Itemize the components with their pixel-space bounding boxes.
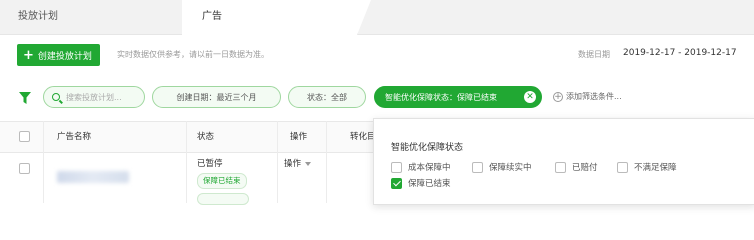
date-range[interactable]: 2019-12-17 - 2019-12-17 bbox=[623, 48, 737, 58]
option-guarantee-continuing[interactable]: 保障续实中 bbox=[472, 161, 532, 173]
close-icon[interactable]: ✕ bbox=[524, 91, 536, 103]
checkbox[interactable] bbox=[617, 161, 628, 173]
dropdown-title: 智能优化保障状态 bbox=[391, 143, 464, 153]
option-cost-guarantee[interactable]: 成本保障中 bbox=[391, 161, 451, 173]
header-operation: 操作 bbox=[290, 132, 308, 142]
create-plan-label: 创建投放计划 bbox=[37, 51, 92, 62]
select-all-checkbox[interactable] bbox=[19, 131, 30, 142]
search-icon bbox=[52, 93, 60, 101]
filter-pill-status[interactable]: 状态：全部 bbox=[288, 86, 366, 108]
checkbox[interactable] bbox=[472, 161, 483, 173]
option-label: 不满足保障 bbox=[634, 163, 677, 173]
filter-pill-date-label: 创建日期：最近三个月 bbox=[176, 92, 257, 102]
add-filter-label: 添加筛选条件... bbox=[566, 92, 622, 101]
option-label: 保障续实中 bbox=[489, 163, 532, 173]
status-badge: 保障已结束 bbox=[197, 173, 247, 189]
ad-name-redacted[interactable] bbox=[57, 171, 129, 183]
date-label: 数据日期 bbox=[578, 50, 610, 59]
row-operation-label: 操作 bbox=[284, 159, 302, 169]
filter-icon[interactable] bbox=[19, 92, 31, 104]
row-checkbox[interactable] bbox=[19, 163, 30, 174]
header-conversion[interactable]: 转化目 bbox=[350, 122, 376, 152]
search-placeholder: 搜索投放计划... bbox=[66, 92, 122, 102]
add-filter-button[interactable]: + 添加筛选条件... bbox=[553, 91, 622, 102]
checkbox-checked[interactable] bbox=[391, 177, 402, 189]
header-status[interactable]: 状态 bbox=[197, 122, 214, 152]
chevron-down-icon bbox=[305, 161, 312, 166]
filter-pill-guarantee-label: 智能优化保障状态：保障已结束 bbox=[385, 92, 497, 102]
toolbar: + 创建投放计划 实时数据仅供参考，请以前一日数据为准。 数据日期 2019-1… bbox=[0, 35, 754, 75]
option-compensated[interactable]: 已赔付 bbox=[555, 161, 598, 173]
guarantee-status-dropdown: 智能优化保障状态 成本保障中 保障续实中 已赔付 不满足保障 保障已结束 bbox=[373, 118, 754, 205]
option-not-qualified[interactable]: 不满足保障 bbox=[617, 161, 677, 173]
plus-icon: + bbox=[23, 47, 34, 63]
option-guarantee-ended[interactable]: 保障已结束 bbox=[391, 177, 451, 189]
option-label: 保障已结束 bbox=[408, 179, 451, 189]
filter-bar: 搜索投放计划... 创建日期：最近三个月 状态：全部 智能优化保障状态：保障已结… bbox=[0, 86, 754, 110]
header-ad-name[interactable]: 广告名称 bbox=[57, 122, 91, 152]
checkbox[interactable] bbox=[555, 161, 566, 173]
search-input[interactable]: 搜索投放计划... bbox=[43, 86, 145, 108]
tab-ads[interactable]: 广告 bbox=[182, 0, 371, 35]
tab-bar: 投放计划 广告 bbox=[0, 0, 754, 35]
filter-pill-guarantee[interactable]: 智能优化保障状态：保障已结束 ✕ bbox=[374, 86, 542, 108]
option-label: 成本保障中 bbox=[408, 163, 451, 173]
checkbox[interactable] bbox=[391, 161, 402, 173]
plus-circle-icon: + bbox=[553, 91, 563, 102]
status-badge-secondary bbox=[197, 193, 249, 205]
tab-plans[interactable]: 投放计划 bbox=[18, 0, 58, 34]
row-status: 已暂停 bbox=[197, 159, 223, 169]
filter-pill-status-label: 状态：全部 bbox=[307, 92, 347, 102]
option-label: 已赔付 bbox=[572, 163, 598, 173]
row-operation-dropdown[interactable]: 操作 bbox=[284, 157, 312, 169]
filter-pill-date[interactable]: 创建日期：最近三个月 bbox=[152, 86, 281, 108]
create-plan-button[interactable]: + 创建投放计划 bbox=[17, 44, 100, 66]
data-hint: 实时数据仅供参考，请以前一日数据为准。 bbox=[117, 50, 269, 59]
